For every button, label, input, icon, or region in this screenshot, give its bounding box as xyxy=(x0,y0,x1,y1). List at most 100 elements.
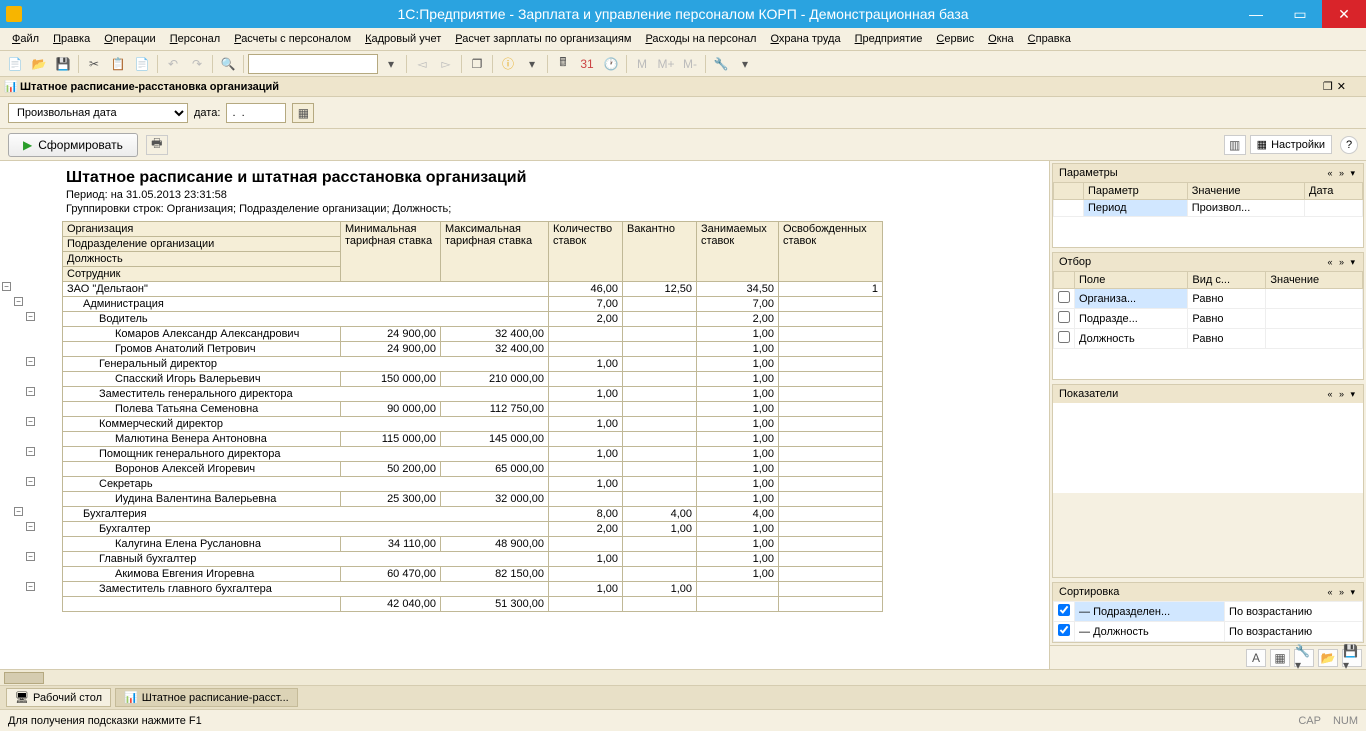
sort-row[interactable]: — ДолжностьПо возрастанию xyxy=(1054,622,1363,642)
document-tab[interactable]: 📊 Штатное расписание-расст... xyxy=(115,688,298,707)
menu-item[interactable]: Правка xyxy=(47,31,96,47)
collapse-icon[interactable]: « » ▾ xyxy=(1327,389,1357,400)
wrench-icon[interactable]: 🔧 xyxy=(710,54,732,74)
tree-toggle[interactable]: − xyxy=(26,447,35,456)
save-icon[interactable]: 💾▾ xyxy=(1342,649,1362,667)
filter-checkbox[interactable] xyxy=(1058,331,1070,343)
param-row[interactable]: ПериодПроизвол... xyxy=(1054,200,1363,217)
table-row[interactable]: Секретарь1,001,00 xyxy=(63,477,883,492)
tree-toggle[interactable]: − xyxy=(14,297,23,306)
table-row[interactable]: Комаров Александр Александрович24 900,00… xyxy=(63,327,883,342)
filter-row[interactable]: ДолжностьРавно xyxy=(1054,329,1363,349)
table-row[interactable]: Бухгалтерия8,004,004,00 xyxy=(63,507,883,522)
search-icon[interactable]: 🔍 xyxy=(217,54,239,74)
grid-icon[interactable]: ▦ xyxy=(1270,649,1290,667)
calc-icon[interactable]: 🖩 xyxy=(552,54,574,74)
tree-toggle[interactable]: − xyxy=(14,507,23,516)
m-icon[interactable]: M xyxy=(631,54,653,74)
redo-icon[interactable]: ↷ xyxy=(186,54,208,74)
table-row[interactable]: Помощник генерального директора1,001,00 xyxy=(63,447,883,462)
print-icon[interactable]: 🖶 xyxy=(146,135,168,155)
table-row[interactable]: Полева Татьяна Семеновна90 000,00112 750… xyxy=(63,402,883,417)
tree-toggle[interactable]: − xyxy=(26,417,35,426)
table-row[interactable]: Заместитель генерального директора1,001,… xyxy=(63,387,883,402)
tree-toggle[interactable]: − xyxy=(2,282,11,291)
report-pane[interactable]: Штатное расписание и штатная расстановка… xyxy=(0,161,1050,669)
folder-icon[interactable]: 📂 xyxy=(1318,649,1338,667)
table-row[interactable]: Громов Анатолий Петрович24 900,0032 400,… xyxy=(63,342,883,357)
nav-fwd-icon[interactable]: ▻ xyxy=(435,54,457,74)
calendar-picker-icon[interactable]: ▦ xyxy=(292,103,314,123)
help-button[interactable]: ? xyxy=(1340,136,1358,154)
menu-item[interactable]: Кадровый учет xyxy=(359,31,447,47)
menu-item[interactable]: Операции xyxy=(98,31,161,47)
mminus-icon[interactable]: M- xyxy=(679,54,701,74)
restore-window-icon[interactable]: ❐ xyxy=(1323,80,1333,93)
tree-toggle[interactable]: − xyxy=(26,552,35,561)
clock-icon[interactable]: 🕐 xyxy=(600,54,622,74)
tree-toggle[interactable]: − xyxy=(26,522,35,531)
tree-toggle[interactable]: − xyxy=(26,387,35,396)
table-row[interactable]: Иудина Валентина Валерьевна25 300,0032 0… xyxy=(63,492,883,507)
table-row[interactable]: Администрация7,007,00 xyxy=(63,297,883,312)
menu-item[interactable]: Расчеты с персоналом xyxy=(228,31,357,47)
table-row[interactable]: 42 040,0051 300,00 xyxy=(63,597,883,612)
date-input[interactable] xyxy=(226,103,286,123)
table-row[interactable]: Заместитель главного бухгалтера1,001,00 xyxy=(63,582,883,597)
menu-item[interactable]: Персонал xyxy=(164,31,227,47)
menu-item[interactable]: Справка xyxy=(1022,31,1077,47)
settings-button[interactable]: ▦ Настройки xyxy=(1250,135,1332,154)
table-row[interactable]: Калугина Елена Руслановна34 110,0048 900… xyxy=(63,537,883,552)
save-icon[interactable]: 💾 xyxy=(52,54,74,74)
sort-row[interactable]: — Подразделен...По возрастанию xyxy=(1054,602,1363,622)
period-combo[interactable]: Произвольная дата xyxy=(8,103,188,123)
filter-row[interactable]: Организа...Равно xyxy=(1054,289,1363,309)
form-button[interactable]: ▶ Сформировать xyxy=(8,133,138,157)
close-button[interactable]: ✕ xyxy=(1322,0,1366,28)
close-doc-icon[interactable]: ✕ xyxy=(1337,80,1346,93)
dropdown3-icon[interactable]: ▾ xyxy=(734,54,756,74)
tree-toggle[interactable]: − xyxy=(26,582,35,591)
menu-item[interactable]: Расчет зарплаты по организациям xyxy=(449,31,637,47)
tree-toggle[interactable]: − xyxy=(26,477,35,486)
menu-item[interactable]: Предприятие xyxy=(849,31,929,47)
table-row[interactable]: Бухгалтер2,001,001,00 xyxy=(63,522,883,537)
menu-item[interactable]: Окна xyxy=(982,31,1020,47)
menu-item[interactable]: Охрана труда xyxy=(764,31,846,47)
minimize-button[interactable]: ― xyxy=(1234,0,1278,28)
table-row[interactable]: Воронов Алексей Игоревич50 200,0065 000,… xyxy=(63,462,883,477)
table-row[interactable]: Акимова Евгения Игоревна60 470,0082 150,… xyxy=(63,567,883,582)
table-row[interactable]: Водитель2,002,00 xyxy=(63,312,883,327)
desktop-tab[interactable]: 🖥 Рабочий стол xyxy=(6,688,111,707)
undo-icon[interactable]: ↶ xyxy=(162,54,184,74)
maximize-button[interactable]: ▭ xyxy=(1278,0,1322,28)
menu-item[interactable]: Расходы на персонал xyxy=(639,31,762,47)
font-icon[interactable]: A xyxy=(1246,649,1266,667)
table-row[interactable]: ЗАО "Дельтаон"46,0012,5034,501 xyxy=(63,282,883,297)
menu-item[interactable]: Сервис xyxy=(930,31,980,47)
table-row[interactable]: Главный бухгалтер1,001,00 xyxy=(63,552,883,567)
tree-toggle[interactable]: − xyxy=(26,312,35,321)
mplus-icon[interactable]: M+ xyxy=(655,54,677,74)
wrench-icon[interactable]: 🔧▾ xyxy=(1294,649,1314,667)
collapse-icon[interactable]: « » ▾ xyxy=(1327,257,1357,268)
sort-checkbox[interactable] xyxy=(1058,604,1070,616)
windows-icon[interactable]: ❐ xyxy=(466,54,488,74)
open-icon[interactable]: 📂 xyxy=(28,54,50,74)
search-field[interactable] xyxy=(248,54,378,74)
menu-item[interactable]: Файл xyxy=(6,31,45,47)
cut-icon[interactable]: ✂ xyxy=(83,54,105,74)
dropdown-icon[interactable]: ▾ xyxy=(380,54,402,74)
tree-toggle[interactable]: − xyxy=(26,357,35,366)
filter-checkbox[interactable] xyxy=(1058,291,1070,303)
filter-checkbox[interactable] xyxy=(1058,311,1070,323)
table-row[interactable]: Малютина Венера Антоновна115 000,00145 0… xyxy=(63,432,883,447)
info-icon[interactable]: ⓘ xyxy=(497,54,519,74)
layout-icon[interactable]: ▥ xyxy=(1224,135,1246,155)
nav-back-icon[interactable]: ◅ xyxy=(411,54,433,74)
collapse-icon[interactable]: « » ▾ xyxy=(1327,587,1357,598)
new-icon[interactable]: 📄 xyxy=(4,54,26,74)
filter-row[interactable]: Подразде...Равно xyxy=(1054,309,1363,329)
copy-icon[interactable]: 📋 xyxy=(107,54,129,74)
paste-icon[interactable]: 📄 xyxy=(131,54,153,74)
